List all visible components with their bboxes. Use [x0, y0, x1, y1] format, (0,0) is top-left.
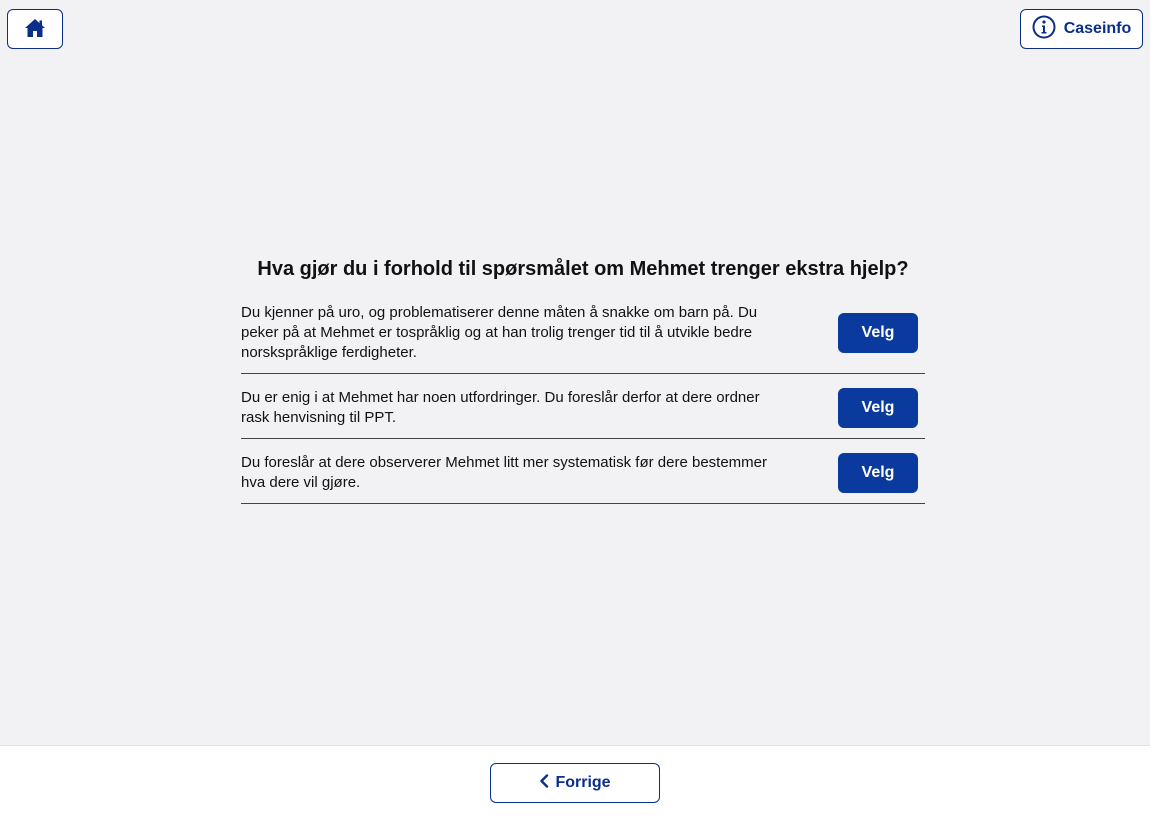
- option-text: Du kjenner på uro, og problematiserer de…: [241, 304, 758, 361]
- chevron-left-icon: [539, 773, 549, 793]
- option-item: Du er enig i at Mehmet har noen utfordri…: [241, 374, 925, 439]
- footer-bar: Forrige: [0, 745, 1150, 820]
- select-option-2-button[interactable]: Velg: [838, 388, 918, 428]
- question-panel: Hva gjør du i forhold til spørsmålet om …: [241, 258, 925, 504]
- select-option-3-button[interactable]: Velg: [838, 453, 918, 493]
- option-item: Du foreslår at dere observerer Mehmet li…: [241, 439, 925, 504]
- option-item: Du kjenner på uro, og problematiserer de…: [241, 303, 925, 374]
- info-circle-icon: [1032, 15, 1056, 44]
- caseinfo-button[interactable]: Caseinfo: [1020, 9, 1143, 49]
- option-text: Du er enig i at Mehmet har noen utfordri…: [241, 389, 760, 426]
- option-text: Du foreslår at dere observerer Mehmet li…: [241, 454, 767, 491]
- home-icon: [24, 18, 46, 41]
- question-title: Hva gjør du i forhold til spørsmålet om …: [257, 258, 909, 280]
- previous-button[interactable]: Forrige: [490, 763, 660, 803]
- caseinfo-label: Caseinfo: [1063, 20, 1132, 37]
- previous-label: Forrige: [555, 774, 611, 791]
- home-button[interactable]: [7, 9, 63, 49]
- select-option-1-button[interactable]: Velg: [838, 313, 918, 353]
